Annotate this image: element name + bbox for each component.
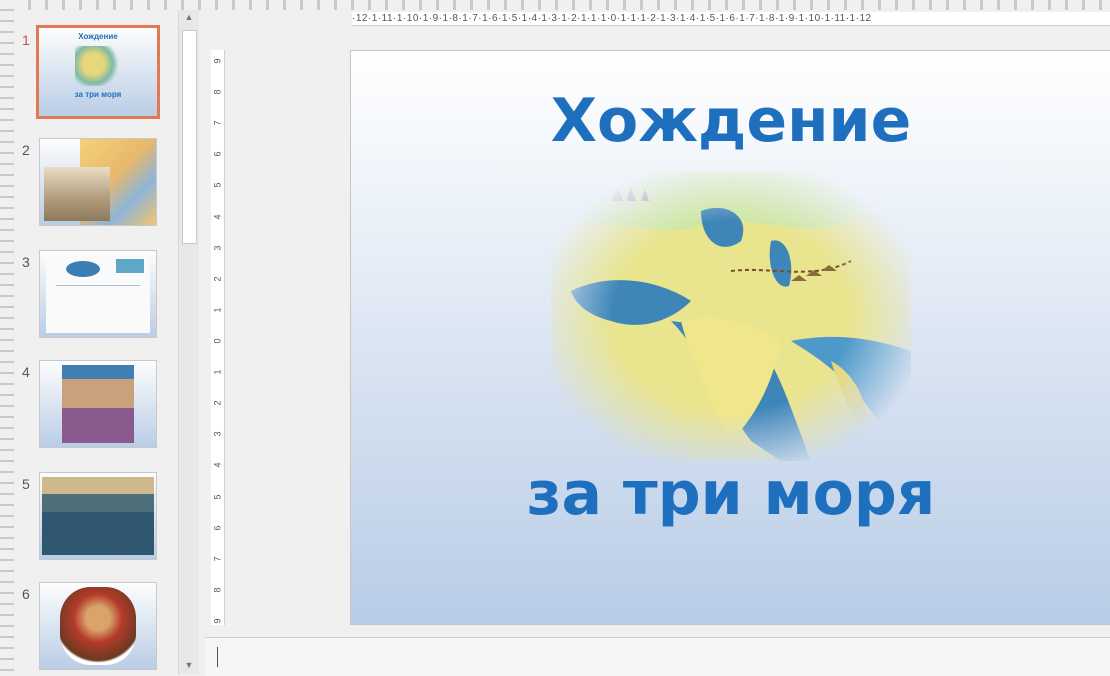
thumbnail-ship-image xyxy=(42,477,154,555)
vertical-ruler-label: 1 xyxy=(212,369,223,375)
window-top-edge xyxy=(14,0,1110,10)
thumbnail-title: Хождение xyxy=(78,32,118,41)
thumbnail-map-image xyxy=(46,255,150,333)
vertical-ruler-label: 6 xyxy=(212,525,223,531)
vertical-ruler-label: 9 xyxy=(212,58,223,64)
thumbnail-slide-5[interactable]: 5 xyxy=(14,472,178,572)
vertical-ruler-label: 6 xyxy=(212,151,223,157)
vertical-ruler-label: 7 xyxy=(212,556,223,562)
thumbnail-frame-selected[interactable]: Хождение за три моря xyxy=(36,25,160,119)
vertical-ruler-label: 1 xyxy=(212,307,223,313)
text-cursor xyxy=(217,647,218,667)
thumbnail-slide-6[interactable]: 6 xyxy=(14,582,178,675)
thumbnail-frame[interactable] xyxy=(39,582,157,670)
vertical-ruler-label: 5 xyxy=(212,182,223,188)
thumbnail-slide-1[interactable]: 1 Хождение за три моря xyxy=(14,25,178,128)
window-left-edge xyxy=(0,0,14,675)
vertical-ruler-label: 4 xyxy=(212,214,223,220)
thumbnail-painting-image xyxy=(60,587,136,665)
notes-pane[interactable] xyxy=(205,637,1110,676)
vertical-ruler-label: 3 xyxy=(212,431,223,437)
slide-subtitle[interactable]: за три моря xyxy=(351,459,1110,529)
horizontal-ruler: ·12·1·11·1·10·1·9·1·8·1·7·1·6·1·5·1·4·1·… xyxy=(352,12,1110,26)
scrollbar-thumb[interactable] xyxy=(182,30,197,244)
scroll-up-arrow-icon[interactable]: ▲ xyxy=(181,10,197,24)
thumbnail-frame[interactable] xyxy=(39,472,157,560)
vertical-ruler-label: 8 xyxy=(212,587,223,593)
slide-number: 1 xyxy=(22,32,30,48)
vertical-ruler-label: 8 xyxy=(212,89,223,95)
slide-number: 6 xyxy=(22,586,30,602)
slide-thumbnail-pane[interactable]: 1 Хождение за три моря 2 3 4 5 6 xyxy=(14,10,178,675)
thumbnail-frame[interactable] xyxy=(39,360,157,448)
thumbnail-scrollbar[interactable]: ▲ ▼ xyxy=(178,10,199,675)
vertical-ruler-label: 2 xyxy=(212,276,223,282)
thumbnail-portrait-image xyxy=(62,365,134,443)
slide-number: 2 xyxy=(22,142,30,158)
scroll-down-arrow-icon[interactable]: ▼ xyxy=(181,658,197,672)
slide-canvas[interactable]: Хождение за три моря xyxy=(350,50,1110,625)
thumbnail-subtitle: за три моря xyxy=(74,90,122,99)
vertical-ruler-label: 0 xyxy=(212,338,223,344)
map-image[interactable] xyxy=(551,171,911,461)
vertical-ruler-label: 7 xyxy=(212,120,223,126)
thumbnail-map-image xyxy=(75,46,121,86)
slide-title[interactable]: Хождение xyxy=(351,86,1110,156)
vertical-ruler-label: 3 xyxy=(212,245,223,251)
vertical-ruler: 9 8 7 6 5 4 3 2 1 0 1 2 3 4 5 6 7 8 9 xyxy=(211,50,225,625)
thumbnail-slide-2[interactable]: 2 xyxy=(14,138,178,238)
thumbnail-frame[interactable] xyxy=(39,138,157,226)
slide-number: 5 xyxy=(22,476,30,492)
vertical-ruler-label: 4 xyxy=(212,462,223,468)
thumbnail-slide-4[interactable]: 4 xyxy=(14,360,178,460)
slide-number: 4 xyxy=(22,364,30,380)
thumbnail-city-image xyxy=(44,167,110,221)
vertical-ruler-label: 5 xyxy=(212,494,223,500)
vertical-ruler-label: 2 xyxy=(212,400,223,406)
slide-number: 3 xyxy=(22,254,30,270)
vertical-ruler-label: 9 xyxy=(212,618,223,624)
thumbnail-slide-3[interactable]: 3 xyxy=(14,250,178,350)
thumbnail-frame[interactable] xyxy=(39,250,157,338)
